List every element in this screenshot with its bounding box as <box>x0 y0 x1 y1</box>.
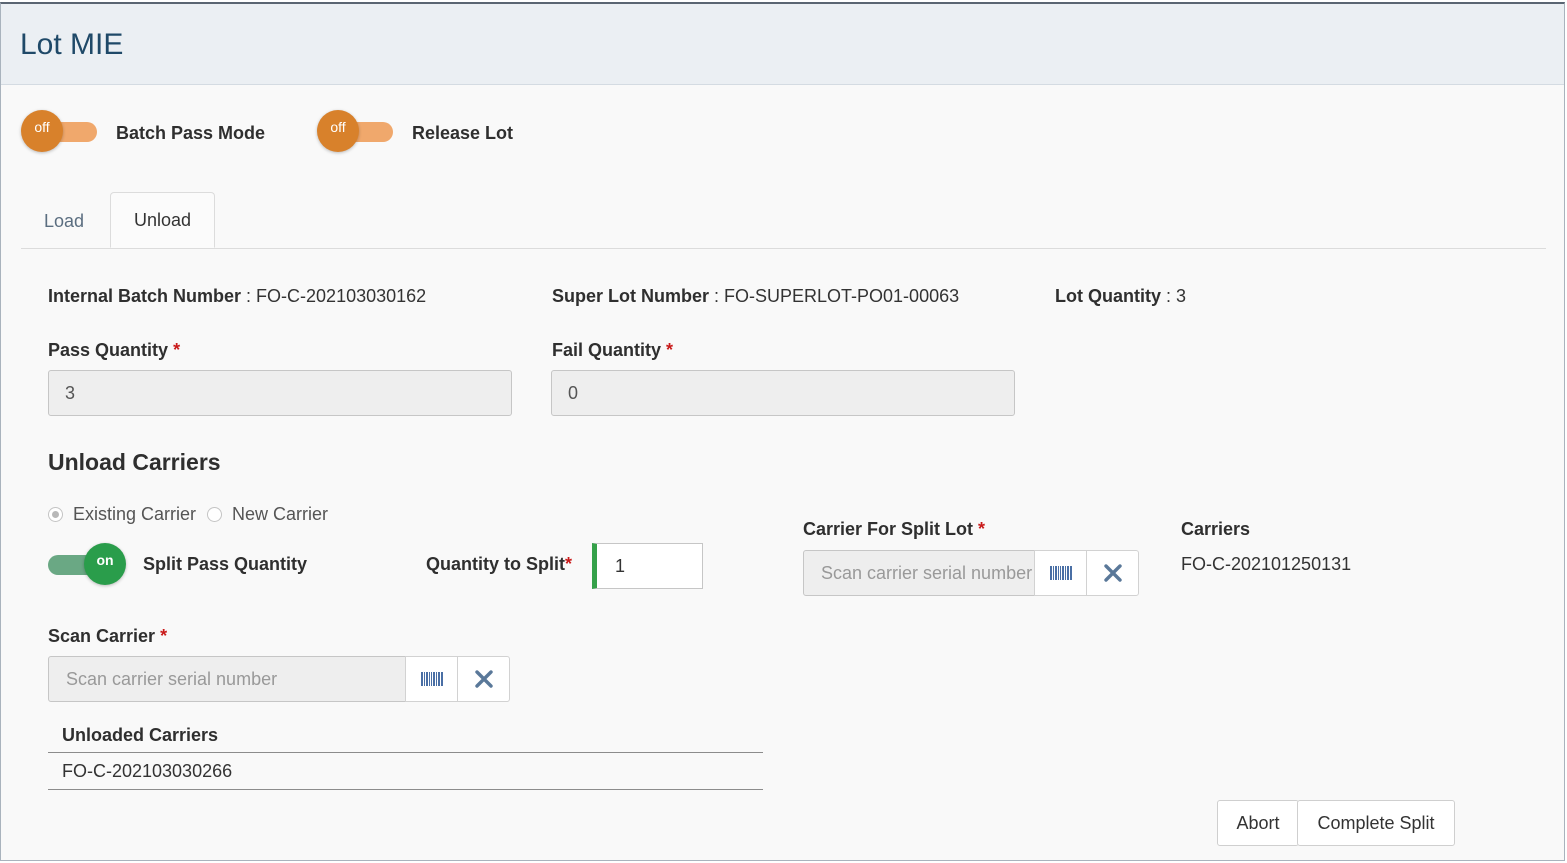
page-header: Lot MIE <box>1 4 1564 85</box>
required-mark: * <box>666 340 674 360</box>
tab-load[interactable]: Load <box>21 192 107 248</box>
split-pass-quantity-label: Split Pass Quantity <box>143 554 308 574</box>
fail-quantity-label: Fail Quantity * <box>552 340 673 361</box>
carrier-split-scan-button[interactable] <box>1034 550 1087 596</box>
scan-carrier-input[interactable] <box>48 656 406 702</box>
abort-button[interactable]: Abort <box>1217 800 1299 846</box>
tab-bar: Load Unload <box>21 192 1546 249</box>
close-icon <box>1103 564 1122 582</box>
close-icon <box>474 670 493 688</box>
quantity-to-split-label: Quantity to Split* <box>426 554 572 575</box>
release-lot-label: Release Lot <box>412 123 514 143</box>
internal-batch-label: Internal Batch Number <box>48 286 242 306</box>
toggle-knob: off <box>21 110 63 152</box>
super-lot-info: Super Lot Number : FO-SUPERLOT-PO01-0006… <box>552 286 959 307</box>
carrier-split-clear-button[interactable] <box>1086 550 1139 596</box>
scan-carrier-scan-button[interactable] <box>405 656 458 702</box>
super-lot-label: Super Lot Number <box>552 286 710 306</box>
page-title: Lot MIE <box>20 28 124 61</box>
carrier-type-radio-group: Existing Carrier New Carrier <box>48 504 328 525</box>
new-carrier-radio[interactable] <box>207 507 223 522</box>
release-lot-toggle[interactable]: off <box>317 110 397 154</box>
required-mark: * <box>160 626 168 646</box>
required-mark: * <box>565 554 573 574</box>
pass-quantity-label-text: Pass Quantity <box>48 340 169 360</box>
batch-pass-mode-label: Batch Pass Mode <box>116 123 266 143</box>
lot-quantity-value: : 3 <box>1161 286 1187 306</box>
carrier-split-lot-input[interactable] <box>803 550 1035 596</box>
lot-quantity-info: Lot Quantity : 3 <box>1055 286 1186 307</box>
quantity-to-split-input[interactable] <box>592 543 703 589</box>
fail-quantity-label-text: Fail Quantity <box>552 340 662 360</box>
carrier-split-lot-label-text: Carrier For Split Lot <box>803 519 974 539</box>
pass-quantity-input[interactable] <box>48 370 512 416</box>
unloaded-carriers-table: Unloaded Carriers FO-C-202103030266 <box>48 722 763 790</box>
toggle-knob: on <box>84 543 126 585</box>
scan-carrier-label: Scan Carrier * <box>48 626 167 647</box>
super-lot-value: : FO-SUPERLOT-PO01-00063 <box>709 286 960 306</box>
internal-batch-info: Internal Batch Number : FO-C-20210303016… <box>48 286 426 307</box>
carriers-label: Carriers <box>1181 519 1251 539</box>
batch-pass-mode-toggle[interactable]: off <box>21 110 101 154</box>
pass-quantity-label: Pass Quantity * <box>48 340 180 361</box>
required-mark: * <box>978 519 986 539</box>
existing-carrier-radio[interactable] <box>48 507 63 522</box>
existing-carrier-label: Existing Carrier <box>73 504 197 524</box>
toggle-knob: off <box>317 110 359 152</box>
complete-split-button[interactable]: Complete Split <box>1297 800 1455 846</box>
scan-carrier-clear-button[interactable] <box>457 656 510 702</box>
tab-unload[interactable]: Unload <box>110 192 215 248</box>
new-carrier-label: New Carrier <box>232 504 329 524</box>
app-window: Lot MIE off Batch Pass Mode off Release … <box>0 2 1565 861</box>
internal-batch-value: : FO-C-202103030162 <box>241 286 427 306</box>
barcode-icon <box>420 672 443 686</box>
unload-carriers-title: Unload Carriers <box>48 449 221 475</box>
quantity-to-split-label-text: Quantity to Split <box>426 554 565 574</box>
table-row: FO-C-202103030266 <box>48 753 763 790</box>
carrier-split-lot-label: Carrier For Split Lot * <box>803 519 985 540</box>
table-header: Unloaded Carriers <box>48 722 763 753</box>
barcode-icon <box>1049 566 1072 580</box>
lot-quantity-label: Lot Quantity <box>1055 286 1161 306</box>
fail-quantity-input[interactable] <box>551 370 1015 416</box>
scan-carrier-label-text: Scan Carrier <box>48 626 156 646</box>
carriers-value: FO-C-202101250131 <box>1181 554 1352 574</box>
required-mark: * <box>173 340 181 360</box>
split-pass-quantity-toggle[interactable]: on <box>48 543 128 587</box>
